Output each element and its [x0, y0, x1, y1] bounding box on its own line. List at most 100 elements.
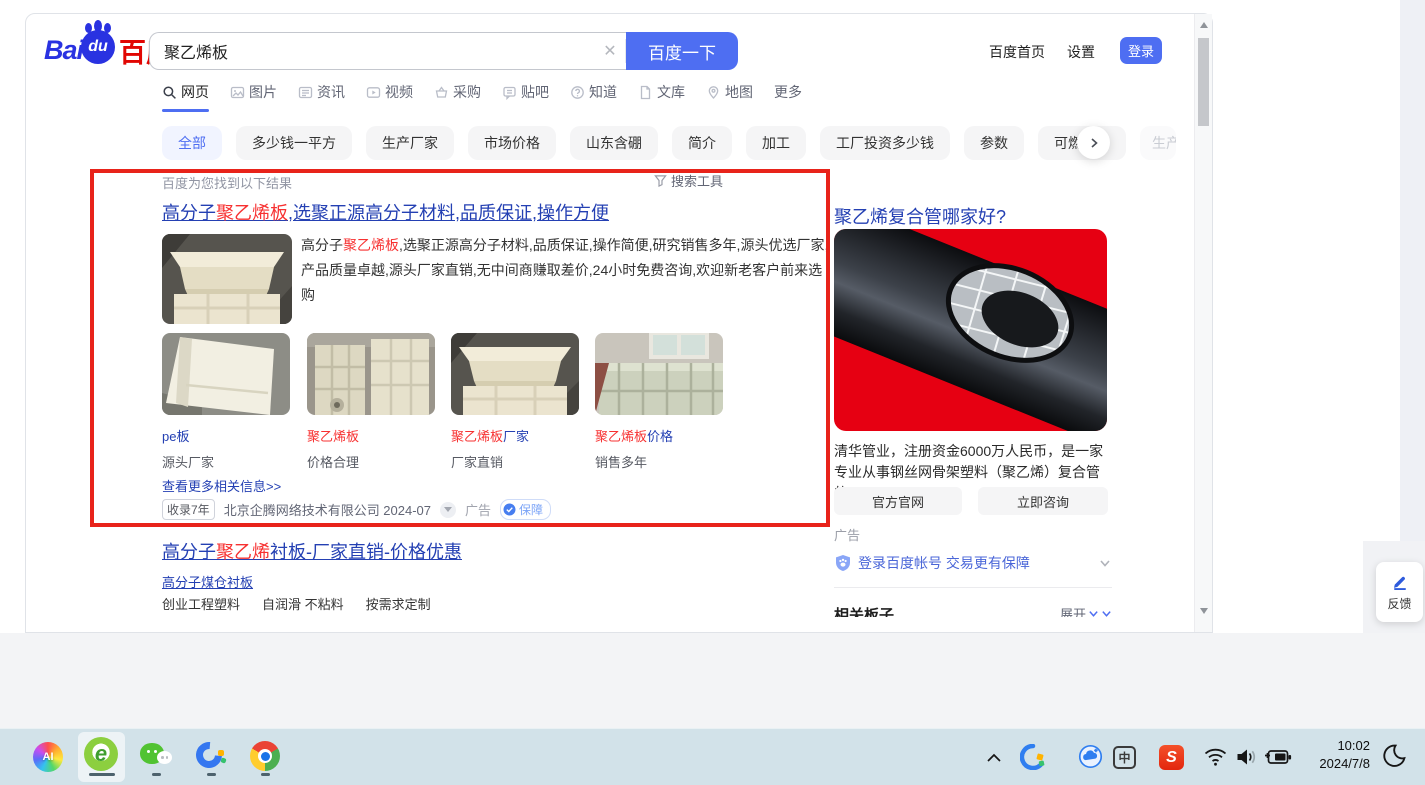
tray-cloud-icon[interactable]: [1078, 744, 1103, 774]
chip-price-per-sqm[interactable]: 多少钱一平方: [236, 126, 352, 160]
sogou-tray-icon[interactable]: S: [1159, 745, 1184, 770]
sidebar-ad-title[interactable]: 聚乙烯复合管哪家好?: [834, 203, 1006, 229]
scroll-down-arrow-icon[interactable]: [1200, 608, 1208, 614]
result1-card-1: pe板 源头厂家: [162, 333, 290, 471]
chips-scroll-right-button[interactable]: [1077, 126, 1110, 159]
chevron-down-icon: [1089, 611, 1098, 617]
card-photo[interactable]: [595, 333, 723, 415]
result1-meta-row: 收录7年 北京企腾网络技术有限公司 2024-07 广告 保障: [162, 499, 552, 520]
volume-icon[interactable]: [1235, 747, 1259, 772]
search-button[interactable]: 百度一下: [626, 32, 738, 70]
result-options-button[interactable]: [440, 501, 457, 518]
sidebar-login-banner[interactable]: 登录百度帐号 交易更有保障: [834, 553, 1112, 573]
card-title-em: 聚乙烯板: [595, 429, 648, 444]
card-title-rest: 价格: [647, 429, 674, 444]
card-title-rest: 厂家: [503, 429, 530, 444]
taskbar-clock[interactable]: 10:02 2024/7/8: [1300, 737, 1370, 773]
search-box[interactable]: ✕: [149, 32, 626, 70]
result1-title-link[interactable]: 高分子聚乙烯板,选聚正源高分子材料,品质保证,操作方便: [162, 202, 609, 224]
tab-web[interactable]: 网页: [162, 82, 209, 112]
tab-label: 采购: [453, 84, 481, 100]
settings-link[interactable]: 设置: [1067, 42, 1095, 62]
tray-wecom-icon[interactable]: [1019, 743, 1046, 775]
card-title[interactable]: 聚乙烯板价格: [595, 426, 723, 445]
ai-assistant-app-icon[interactable]: AI: [33, 742, 63, 772]
night-mode-moon-icon[interactable]: [1381, 743, 1407, 774]
related-title: 相关板子: [834, 607, 895, 617]
login-button[interactable]: 登录: [1120, 37, 1162, 64]
card-title[interactable]: pe板: [162, 426, 290, 445]
search-input[interactable]: [150, 42, 595, 60]
chrome-app-icon[interactable]: [250, 741, 280, 771]
tab-news[interactable]: 资讯: [298, 82, 345, 110]
scroll-up-arrow-icon[interactable]: [1200, 22, 1208, 28]
wechat-app-icon[interactable]: [140, 741, 172, 773]
ad-label: 广告: [465, 503, 492, 518]
location-pin-icon: [708, 85, 719, 99]
chip-partial[interactable]: 生产: [1140, 126, 1176, 160]
guarantee-badge[interactable]: 保障: [500, 499, 552, 520]
input-method-indicator[interactable]: 中: [1113, 746, 1136, 769]
result2-title-link[interactable]: 高分子聚乙烯衬板-厂家直销-价格优惠: [162, 541, 462, 563]
card-photo[interactable]: [162, 333, 290, 415]
chip-shandong-boron[interactable]: 山东含硼: [570, 126, 658, 160]
wecom-app-icon[interactable]: [190, 736, 228, 774]
card-title[interactable]: 聚乙烯板: [307, 426, 435, 445]
scrollbar-thumb[interactable]: [1198, 38, 1209, 126]
tab-tieba[interactable]: 贴吧: [502, 82, 549, 110]
tab-label: 文库: [657, 84, 685, 100]
tab-video[interactable]: 视频: [366, 82, 413, 110]
cloud-plus-icon: [1078, 744, 1103, 769]
baidu-home-link[interactable]: 百度首页: [989, 42, 1045, 62]
tab-label: 地图: [725, 84, 753, 100]
plastic-box-photo: [162, 234, 292, 324]
chip-market-price[interactable]: 市场价格: [468, 126, 556, 160]
consult-now-button[interactable]: 立即咨询: [978, 487, 1108, 515]
tab-zhidao[interactable]: 知道: [570, 82, 617, 110]
chip-processing[interactable]: 加工: [746, 126, 806, 160]
tab-map[interactable]: 地图: [706, 82, 753, 110]
chip-intro[interactable]: 简介: [672, 126, 732, 160]
feedback-button[interactable]: 反馈: [1376, 562, 1423, 622]
chip-manufacturer[interactable]: 生产厂家: [366, 126, 454, 160]
tab-label: 视频: [385, 84, 413, 100]
sidebar-divider: [834, 587, 1112, 588]
sidebar-ad-image[interactable]: [834, 229, 1107, 431]
search-tools[interactable]: 搜索工具: [654, 171, 723, 190]
card-photo[interactable]: [307, 333, 435, 415]
tab-label: 图片: [249, 84, 277, 100]
result2-sublink[interactable]: 高分子煤仓衬板: [162, 572, 253, 591]
chip-factory-invest[interactable]: 工厂投资多少钱: [820, 126, 950, 160]
wifi-icon[interactable]: [1203, 747, 1228, 772]
card-title[interactable]: 聚乙烯板厂家: [451, 426, 579, 445]
clear-icon[interactable]: ✕: [595, 41, 625, 61]
paw-shield-icon: [836, 555, 850, 571]
tab-label: 资讯: [317, 84, 345, 100]
feedback-label: 反馈: [1387, 596, 1412, 611]
expand-button[interactable]: 展开: [1060, 604, 1112, 617]
desc-highlight: 聚乙烯板: [343, 237, 399, 253]
wecom-tray-icon: [1019, 743, 1045, 771]
desktop-band: [0, 633, 1425, 728]
pe-board-photo: [162, 333, 290, 415]
battery-charging-icon[interactable]: [1264, 748, 1292, 771]
page-scrollbar[interactable]: [1194, 14, 1212, 632]
chip-params[interactable]: 参数: [964, 126, 1024, 160]
document-icon: [640, 85, 651, 99]
chip-all[interactable]: 全部: [162, 126, 222, 160]
card-photo[interactable]: [451, 333, 579, 415]
see-more-link[interactable]: 查看更多相关信息>>: [162, 476, 281, 495]
tray-expand-button[interactable]: [986, 750, 1002, 768]
result1-source: 北京企腾网络技术有限公司 2024-07: [223, 503, 432, 518]
tab-images[interactable]: 图片: [230, 82, 277, 110]
official-site-button[interactable]: 官方官网: [834, 487, 962, 515]
plastic-box-photo: [451, 333, 579, 415]
tab-procurement[interactable]: 采购: [434, 82, 481, 110]
question-icon: [571, 85, 584, 99]
result1-main-image[interactable]: [162, 234, 292, 324]
card-subtitle: 销售多年: [595, 455, 648, 470]
browser-360-app-icon[interactable]: e: [84, 737, 118, 771]
tab-more[interactable]: 更多: [774, 82, 802, 110]
browser-window: Bai du 百度 ✕ 百度一下 百度首页 设置 登录 网页 图片: [25, 13, 1213, 633]
tab-wenku[interactable]: 文库: [638, 82, 685, 110]
